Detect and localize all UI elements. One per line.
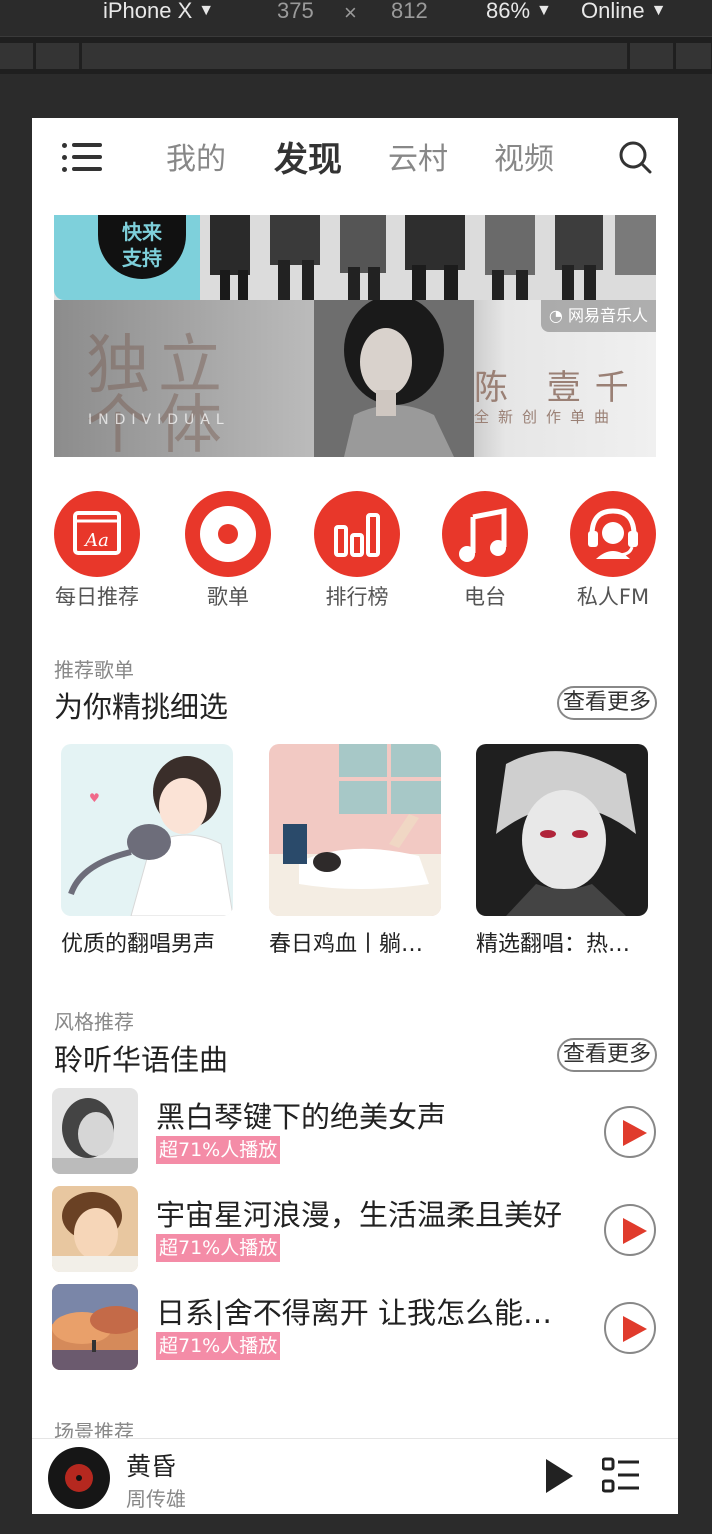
menu-icon[interactable] bbox=[62, 142, 104, 172]
playlist-cover: ♥ bbox=[61, 744, 233, 916]
chevron-down-icon: ▼ bbox=[198, 2, 215, 19]
playlist-cover bbox=[269, 744, 441, 916]
media-query-segment[interactable] bbox=[0, 43, 34, 69]
height-input[interactable]: 812 bbox=[391, 0, 428, 24]
banner-big-title: 独立 个体 bbox=[86, 329, 230, 457]
song-row[interactable]: 日系|舍不得离开 让我怎么能忘记 超71%人播放 bbox=[52, 1284, 658, 1372]
playlist-card[interactable]: ♥ 优质的翻唱男声 bbox=[61, 744, 233, 958]
close-icon: × bbox=[344, 0, 357, 25]
play-rate-tag: 超71%人播放 bbox=[156, 1332, 281, 1360]
chart-bars-icon bbox=[314, 491, 400, 577]
tab-video[interactable]: 视频 bbox=[494, 134, 554, 178]
network-select[interactable]: Online ▼ bbox=[581, 0, 666, 24]
tab-mine[interactable]: 我的 bbox=[166, 134, 226, 178]
entry-label: 排行榜 bbox=[325, 585, 389, 609]
quick-entries: Aa 每日推荐 歌单 排行榜 电台 私人FM bbox=[32, 491, 678, 611]
network-value: Online bbox=[581, 0, 645, 23]
playlist-title: 春日鸡血丨躺在床上听的歌 bbox=[269, 932, 441, 957]
top-navigation: 我的 发现 云村 视频 bbox=[32, 118, 678, 198]
tab-village[interactable]: 云村 bbox=[388, 134, 448, 178]
chevron-down-icon: ▼ bbox=[650, 2, 667, 19]
play-icon[interactable] bbox=[546, 1459, 573, 1493]
song-row[interactable]: 黑白琴键下的绝美女声 超71%人播放 bbox=[52, 1088, 658, 1176]
player-song-name: 黄昏 bbox=[126, 1452, 177, 1481]
headset-icon bbox=[570, 491, 656, 577]
song-cover bbox=[52, 1088, 138, 1174]
music-logo-icon: ◔ bbox=[548, 306, 563, 325]
phone-viewport: 我的 发现 云村 视频 快来 支持 独立 个体 INDIVIDUAL 陈 壹千 … bbox=[32, 118, 678, 1514]
section-title: 聆听华语佳曲 bbox=[54, 1043, 229, 1077]
banner-carousel[interactable]: 快来 支持 独立 个体 INDIVIDUAL 陈 壹千 全新创作单曲 ◔ 网易音… bbox=[54, 215, 656, 457]
entry-label: 每日推荐 bbox=[55, 585, 139, 609]
banner-subtitle: 全新创作单曲 bbox=[474, 408, 619, 426]
entry-radio[interactable]: 电台 bbox=[435, 491, 535, 611]
play-button[interactable] bbox=[604, 1204, 656, 1256]
search-icon[interactable] bbox=[618, 140, 652, 174]
song-cover bbox=[52, 1186, 138, 1272]
chevron-down-icon: ▼ bbox=[536, 2, 552, 19]
media-query-segment[interactable] bbox=[36, 43, 80, 69]
entry-label: 歌单 bbox=[207, 585, 249, 609]
entry-personal-fm[interactable]: 私人FM bbox=[563, 491, 663, 611]
playlist-card[interactable]: 精选翻唱：热门歌曲 bbox=[476, 744, 648, 958]
play-icon bbox=[623, 1218, 647, 1244]
devtools-media-bar bbox=[0, 36, 712, 74]
banner-previous-slide: 快来 支持 bbox=[54, 215, 656, 300]
play-icon bbox=[623, 1120, 647, 1146]
song-name: 黑白琴键下的绝美女声 bbox=[156, 1100, 447, 1134]
playlist-title: 优质的翻唱男声 bbox=[61, 932, 216, 957]
width-input[interactable]: 375 bbox=[277, 0, 314, 24]
zoom-select[interactable]: 86% ▼ bbox=[486, 0, 552, 24]
svg-text:Aa: Aa bbox=[83, 530, 109, 551]
play-rate-tag: 超71%人播放 bbox=[156, 1234, 281, 1262]
banner-artist: 陈 壹千 bbox=[474, 368, 643, 408]
device-name: iPhone X bbox=[103, 0, 193, 23]
player-artist: 周传雄 bbox=[126, 1487, 186, 1511]
banner-english-text: INDIVIDUAL bbox=[88, 412, 230, 428]
song-name: 宇宙星河浪漫，生活温柔且美好 bbox=[156, 1198, 563, 1232]
see-more-button[interactable]: 查看更多 bbox=[557, 1038, 657, 1072]
banner-label-tag: ◔ 网易音乐人 bbox=[540, 300, 656, 332]
playlist-title: 精选翻唱：热门歌曲 bbox=[476, 932, 648, 957]
devtools-toolbar: iPhone X ▼ 375 × 812 86% ▼ Online ▼ bbox=[0, 0, 712, 36]
banner-label-text: 网易音乐人 bbox=[567, 306, 648, 325]
calendar-icon: Aa bbox=[54, 491, 140, 577]
media-query-segment[interactable] bbox=[676, 43, 712, 69]
media-query-segment[interactable] bbox=[82, 43, 628, 69]
playlist-card[interactable]: 春日鸡血丨躺在床上听的歌 bbox=[269, 744, 441, 958]
svg-text:♥: ♥ bbox=[89, 791, 100, 805]
artist-portrait bbox=[314, 300, 474, 457]
entry-playlist[interactable]: 歌单 bbox=[178, 491, 278, 611]
album-disc-icon bbox=[48, 1447, 110, 1509]
section-subtitle: 推荐歌单 bbox=[54, 658, 134, 682]
see-more-button[interactable]: 查看更多 bbox=[557, 686, 657, 720]
playlist-cover bbox=[476, 744, 648, 916]
tab-discover[interactable]: 发现 bbox=[274, 132, 342, 181]
section-title: 为你精挑细选 bbox=[54, 690, 229, 724]
play-rate-tag: 超71%人播放 bbox=[156, 1136, 281, 1164]
music-note-icon bbox=[442, 491, 528, 577]
badge-line: 支持 bbox=[122, 246, 162, 270]
entry-daily[interactable]: Aa 每日推荐 bbox=[47, 491, 147, 611]
playlist-icon[interactable] bbox=[602, 1457, 640, 1495]
zoom-value: 86% bbox=[486, 0, 531, 23]
song-row[interactable]: 宇宙星河浪漫，生活温柔且美好 超71%人播放 bbox=[52, 1186, 658, 1274]
device-select[interactable]: iPhone X ▼ bbox=[103, 0, 214, 24]
song-name: 日系|舍不得离开 让我怎么能忘记 bbox=[156, 1296, 576, 1330]
song-cover bbox=[52, 1284, 138, 1370]
disc-icon bbox=[185, 491, 271, 577]
section-subtitle: 风格推荐 bbox=[54, 1010, 134, 1034]
entry-label: 私人FM bbox=[576, 585, 650, 609]
badge-line: 快来 bbox=[122, 220, 162, 244]
play-button[interactable] bbox=[604, 1106, 656, 1158]
mini-player[interactable]: 黄昏 周传雄 bbox=[32, 1438, 678, 1514]
play-icon bbox=[623, 1316, 647, 1342]
support-badge: 快来 支持 bbox=[98, 215, 186, 279]
media-query-segment[interactable] bbox=[630, 43, 674, 69]
play-button[interactable] bbox=[604, 1302, 656, 1354]
entry-charts[interactable]: 排行榜 bbox=[307, 491, 407, 611]
band-photo bbox=[200, 215, 656, 300]
entry-label: 电台 bbox=[464, 585, 506, 609]
